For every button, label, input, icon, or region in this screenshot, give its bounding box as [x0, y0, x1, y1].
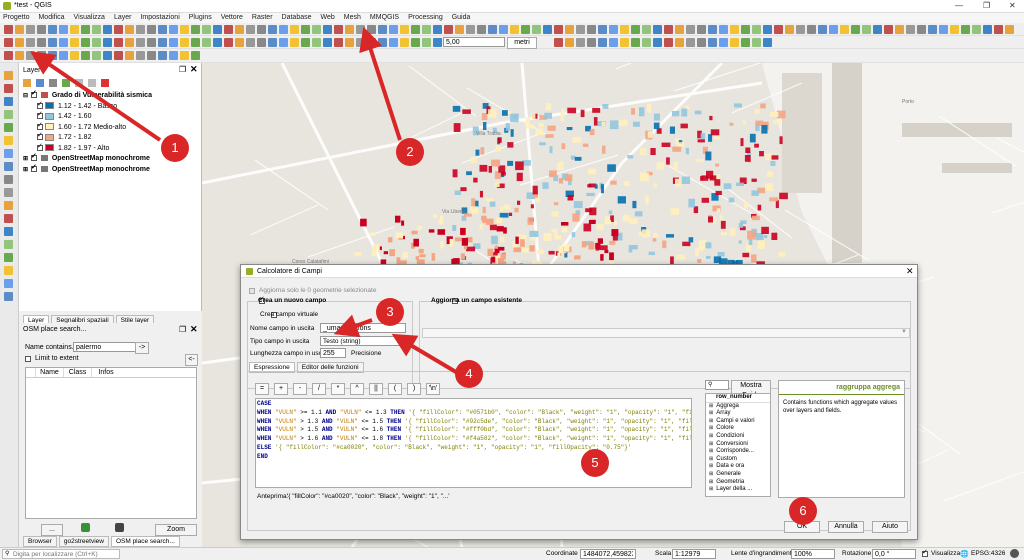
arrow-3	[333, 314, 373, 338]
annotation-overlay	[30, 26, 458, 374]
annotation-marker-5: 5	[581, 449, 609, 477]
arrow-2	[359, 26, 402, 141]
annotation-marker-1: 1	[161, 134, 189, 162]
annotation-marker-4: 4	[455, 360, 483, 388]
annotation-marker-3: 3	[376, 298, 404, 326]
arrow-4	[391, 333, 458, 374]
annotation-marker-6: 6	[789, 497, 817, 525]
annotation-marker-2: 2	[396, 138, 424, 166]
arrow-1	[30, 51, 162, 142]
